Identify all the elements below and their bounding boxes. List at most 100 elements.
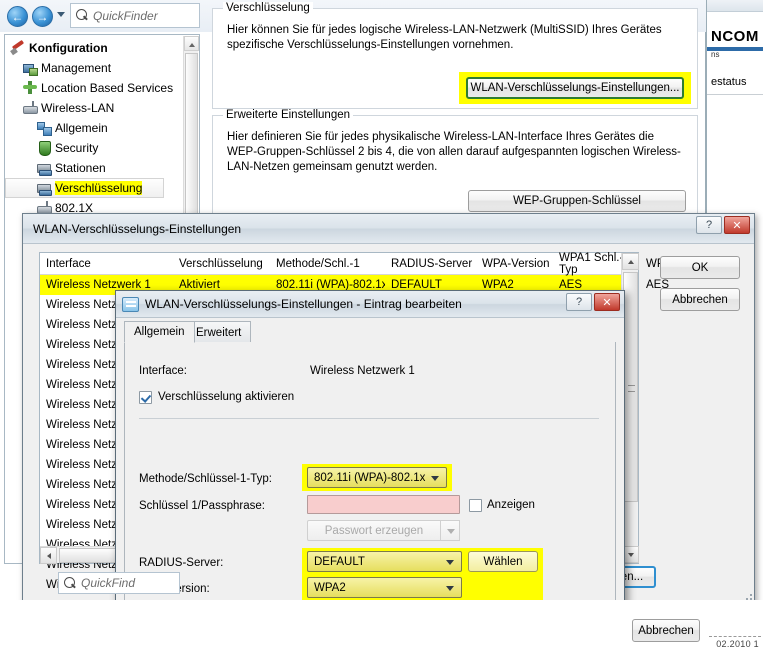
group-verschluesselung: Verschlüsselung Hier können Sie für jede…	[212, 2, 698, 109]
quickfinder-input[interactable]: QuickFinder	[70, 3, 200, 28]
column-header-interface[interactable]: Interface	[40, 258, 173, 270]
sidebar-item-label: Location Based Services	[41, 81, 174, 95]
wrench-icon	[10, 40, 26, 56]
background-brand-label: NCOM	[711, 28, 759, 45]
background-cancel-button[interactable]: Abbrechen	[632, 619, 700, 642]
sidebar-item-label: Allgemein	[55, 121, 108, 135]
background-titlebar	[707, 0, 763, 12]
allgemein-panel: Interface: Wireless Netzwerk 1 Verschlüs…	[124, 342, 616, 650]
titlebar-buttons: ? ✕	[696, 216, 750, 234]
wlan-encryption-settings-button[interactable]: WLAN-Verschlüsselungs-Einstellungen...	[466, 77, 684, 99]
column-header-radius[interactable]: RADIUS-Server	[385, 258, 476, 270]
shield-icon	[36, 140, 52, 156]
edit-dialog-titlebar[interactable]: WLAN-Verschlüsselungs-Einstellungen - Ei…	[116, 291, 624, 318]
show-password-checkbox[interactable]	[469, 498, 482, 512]
sidebar-item-wireless-lan[interactable]: Wireless-LAN	[6, 98, 181, 118]
group-description: Hier definieren Sie für jedes physikalis…	[227, 131, 681, 173]
sidebar-item-konfiguration[interactable]: Konfiguration	[6, 38, 181, 58]
show-password-row[interactable]: Anzeigen	[469, 496, 535, 514]
edit-dialog-title: WLAN-Verschlüsselungs-Einstellungen - Ei…	[145, 297, 462, 311]
window-icon	[122, 296, 139, 312]
enable-encryption-checkbox[interactable]	[139, 390, 152, 404]
stations-icon	[36, 160, 52, 176]
chevron-down-icon	[431, 476, 439, 481]
location-icon	[22, 80, 38, 96]
radius-server-dropdown[interactable]: DEFAULT	[307, 551, 462, 572]
sidebar-item-label: Konfiguration	[29, 41, 108, 55]
scroll-up-icon[interactable]	[184, 36, 199, 51]
tree-items: Konfiguration Management Location Based …	[5, 38, 181, 238]
date-label: 02.2010 1	[716, 639, 759, 649]
sidebar-item-location-based-services[interactable]: Location Based Services	[6, 78, 181, 98]
method-value: 802.11i (WPA)-802.1x	[314, 471, 426, 484]
tab-allgemein[interactable]: Allgemein	[124, 321, 195, 343]
ok-button[interactable]: OK	[660, 256, 740, 279]
sidebar-item-label: Security	[55, 141, 99, 155]
bottom-strip: LANCOM Systems Abbrechen 02.2010 1	[0, 600, 763, 651]
sidebar-item-allgemein[interactable]: Allgemein	[6, 118, 181, 138]
radius-server-value: DEFAULT	[314, 555, 365, 568]
chevron-down-icon	[446, 586, 454, 591]
method-label: Methode/Schlüssel-1-Typ:	[139, 473, 272, 485]
router-icon	[22, 100, 38, 116]
management-icon	[22, 60, 38, 76]
scroll-up-icon[interactable]	[622, 253, 639, 270]
quickfinder-placeholder: QuickFinder	[93, 8, 158, 23]
tab-erweitert[interactable]: Erweitert	[186, 321, 252, 343]
background-status-label: estatus	[711, 76, 747, 88]
sidebar-item-verschluesselung[interactable]: Verschlüsselung	[5, 178, 181, 198]
enable-encryption-label: Verschlüsselung aktivieren	[158, 391, 295, 403]
sidebar-item-label: Verschlüsselung	[55, 181, 143, 195]
dialog-title: WLAN-Verschlüsselungs-Einstellungen	[33, 221, 242, 236]
help-icon[interactable]: ?	[696, 216, 722, 234]
blocks-icon	[36, 120, 52, 136]
chevron-down-icon[interactable]	[441, 520, 460, 541]
column-header-verschluesselung[interactable]: Verschlüsselung	[173, 258, 270, 270]
close-icon[interactable]: ✕	[594, 293, 620, 311]
interface-label: Interface:	[139, 365, 187, 377]
method-dropdown[interactable]: 802.11i (WPA)-802.1x	[307, 467, 447, 488]
content-area: Verschlüsselung Hier können Sie für jede…	[212, 2, 698, 222]
divider	[139, 418, 599, 419]
titlebar-buttons: ? ✕	[566, 293, 620, 311]
dialog-titlebar[interactable]: WLAN-Verschlüsselungs-Einstellungen ? ✕	[23, 214, 754, 244]
search-icon	[63, 576, 78, 591]
key-passphrase-input[interactable]	[307, 495, 460, 514]
help-icon[interactable]: ?	[566, 293, 592, 311]
vertical-scroll-thumb[interactable]	[623, 272, 638, 502]
quickfinder-input-bottom[interactable]: QuickFind	[58, 572, 180, 594]
wpa-version-dropdown[interactable]: WPA2	[307, 577, 462, 598]
wlan-encryption-settings-highlight: WLAN-Verschlüsselungs-Einstellungen...	[459, 72, 691, 104]
forward-icon[interactable]: →	[32, 6, 53, 27]
wep-group-key-button[interactable]: WEP-Gruppen-Schlüssel	[468, 190, 686, 212]
radius-browse-button[interactable]: Wählen	[468, 551, 538, 572]
chevron-down-icon[interactable]	[57, 12, 65, 17]
generate-password-button[interactable]: Passwort erzeugen	[307, 520, 441, 541]
quickfinder-placeholder-bottom: QuickFind	[81, 576, 136, 590]
edit-entry-dialog: WLAN-Verschlüsselungs-Einstellungen - Ei…	[115, 290, 625, 651]
enable-encryption-checkbox-row[interactable]: Verschlüsselung aktivieren	[139, 388, 294, 406]
tabstrip: Allgemein Erweitert	[124, 321, 616, 343]
group-description: Hier können Sie für jedes logische Wirel…	[227, 24, 662, 51]
sidebar-item-label: Stationen	[55, 161, 106, 175]
sidebar-item-label: Management	[41, 61, 112, 75]
divider	[707, 94, 763, 95]
cancel-button[interactable]: Abbrechen	[660, 288, 740, 311]
show-password-label: Anzeigen	[487, 499, 535, 511]
key-label: Schlüssel 1/Passphrase:	[139, 500, 265, 512]
search-icon	[75, 8, 90, 23]
close-icon[interactable]: ✕	[724, 216, 750, 234]
screen-root: ← → QuickFinder Konfiguration Management	[0, 0, 763, 651]
back-icon[interactable]: ←	[7, 6, 28, 27]
sidebar-item-management[interactable]: Management	[6, 58, 181, 78]
group-erweiterte-einstellungen: Erweiterte Einstellungen Hier definieren…	[212, 109, 698, 222]
sidebar-item-security[interactable]: Security	[6, 138, 181, 158]
scroll-left-icon[interactable]	[40, 547, 57, 564]
sidebar-item-stationen[interactable]: Stationen	[6, 158, 181, 178]
group-title: Erweiterte Einstellungen	[223, 109, 354, 121]
interface-value: Wireless Netzwerk 1	[310, 365, 415, 377]
background-brand-sub: ns	[711, 50, 720, 59]
column-header-wpa-version[interactable]: WPA-Version	[476, 258, 553, 270]
wpa-version-value: WPA2	[314, 581, 346, 594]
column-header-methode[interactable]: Methode/Schl.-1	[270, 258, 385, 270]
